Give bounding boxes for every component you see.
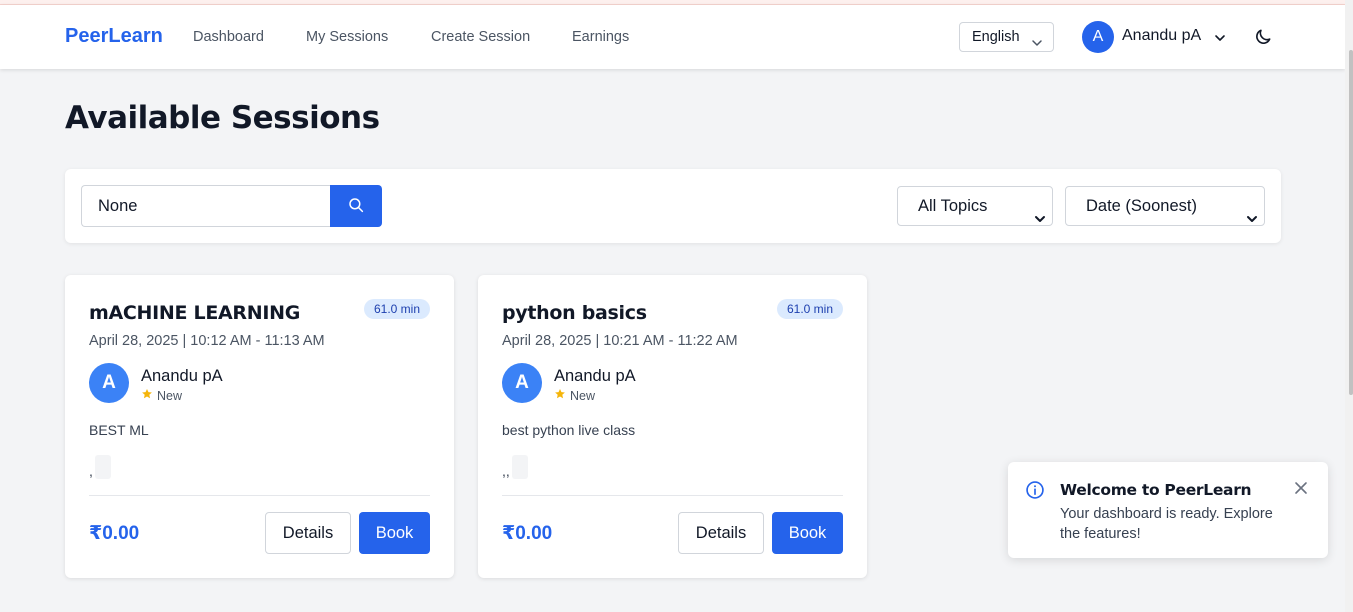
toast-message: Your dashboard is ready. Explore the fea…	[1060, 506, 1273, 542]
host-avatar: A	[502, 363, 542, 403]
scrollbar-thumb[interactable]	[1349, 50, 1353, 395]
tag-chip	[94, 455, 111, 479]
tags-text: ,	[89, 463, 93, 479]
duration-badge: 61.0 min	[363, 299, 430, 319]
user-avatar[interactable]: A	[1082, 21, 1114, 53]
session-description: best python live class	[502, 422, 636, 438]
sort-select[interactable]: Date (Soonest)	[1065, 186, 1265, 226]
duration-badge: 61.0 min	[776, 299, 843, 319]
tag-chip	[511, 455, 528, 479]
nav-link-earnings[interactable]: Earnings	[572, 29, 629, 45]
host-avatar: A	[89, 363, 129, 403]
brand-logo[interactable]: PeerLearn	[65, 25, 163, 48]
chevron-down-icon[interactable]	[1214, 31, 1226, 49]
search-icon	[347, 196, 365, 217]
host-rating-label: New	[570, 388, 596, 403]
topic-select[interactable]: All Topics	[897, 186, 1053, 226]
details-button[interactable]: Details	[678, 512, 764, 554]
user-name[interactable]: Anandu pA	[1122, 27, 1201, 45]
star-icon	[141, 388, 153, 403]
book-button[interactable]: Book	[772, 512, 843, 554]
chevron-down-icon	[1031, 31, 1043, 59]
moon-icon[interactable]	[1253, 27, 1273, 52]
search-button[interactable]	[330, 185, 382, 227]
nav-link-create-session[interactable]: Create Session	[431, 29, 530, 45]
search-input[interactable]	[81, 185, 331, 227]
session-datetime: April 28, 2025 | 10:12 AM - 11:13 AM	[89, 333, 325, 349]
session-tags: ,	[89, 455, 111, 479]
toast-title: Welcome to PeerLearn	[1060, 481, 1252, 499]
divider	[89, 495, 430, 496]
star-icon	[554, 388, 566, 403]
session-card: mACHINE LEARNING 61.0 min April 28, 2025…	[65, 275, 454, 578]
filter-bar: All Topics Date (Soonest)	[65, 169, 1281, 243]
chevron-down-icon	[1034, 201, 1046, 239]
divider	[502, 495, 843, 496]
session-price: ₹0.00	[89, 523, 140, 544]
welcome-toast: Welcome to PeerLearn Your dashboard is r…	[1008, 462, 1328, 558]
session-tags: ,,	[502, 455, 528, 479]
book-button[interactable]: Book	[359, 512, 430, 554]
host-rating: New	[141, 388, 182, 403]
nav-link-my-sessions[interactable]: My Sessions	[306, 29, 388, 45]
session-title: python basics	[502, 302, 647, 324]
details-button[interactable]: Details	[265, 512, 351, 554]
sort-select-value: Date (Soonest)	[1086, 197, 1197, 215]
session-price: ₹0.00	[502, 523, 553, 544]
language-select-value: English	[972, 29, 1020, 45]
host-name: Anandu pA	[141, 367, 223, 385]
language-select[interactable]: English	[959, 22, 1054, 52]
nav-link-dashboard[interactable]: Dashboard	[193, 29, 264, 45]
host-rating: New	[554, 388, 595, 403]
session-datetime: April 28, 2025 | 10:21 AM - 11:22 AM	[502, 333, 738, 349]
session-title: mACHINE LEARNING	[89, 302, 301, 324]
host-name: Anandu pA	[554, 367, 636, 385]
close-icon[interactable]	[1294, 481, 1308, 500]
navbar: PeerLearn Dashboard My Sessions Create S…	[0, 5, 1345, 69]
chevron-down-icon	[1246, 201, 1258, 239]
info-icon	[1025, 480, 1045, 505]
tags-text: ,,	[502, 463, 510, 479]
session-description: BEST ML	[89, 422, 149, 438]
session-card: python basics 61.0 min April 28, 2025 | …	[478, 275, 867, 578]
host-rating-label: New	[157, 388, 183, 403]
topic-select-value: All Topics	[918, 197, 988, 215]
page-title: Available Sessions	[65, 100, 380, 136]
